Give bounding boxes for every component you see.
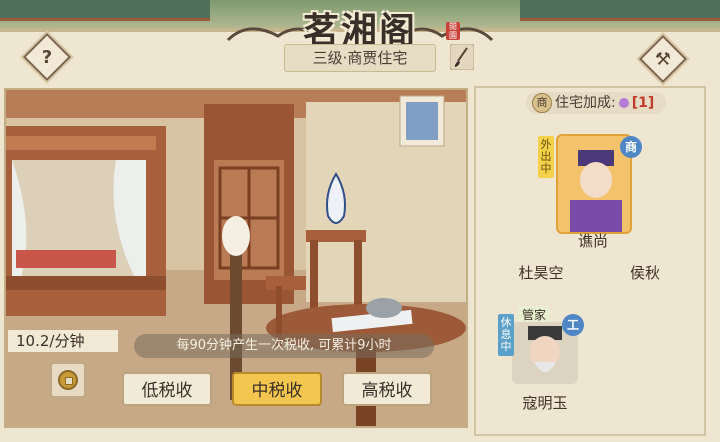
brush-icon[interactable] [450,44,474,70]
bonus-value: [1] [631,95,655,111]
bonus-icon [618,98,629,108]
help-icon: ? [41,46,53,68]
hammer-icon: ⚒ [654,48,672,70]
worker-role-icon: 工 [562,314,584,336]
merchant-role-icon: 商 [620,136,642,158]
low-tax-button[interactable]: 低税收 [122,372,212,406]
status-tag-rest: 休息中 [498,314,514,356]
resident-name: 寇明玉 [522,394,568,412]
steward-title: 管家 [518,306,551,323]
tax-info: 每90分钟产生一次税收, 可累计9小时 [134,334,434,358]
resident-name: 杜昊空 [518,264,564,282]
bonus-label: 住宅加成: [555,95,616,111]
building-level: 三级·商贾住宅 [284,44,436,72]
merchant-badge: 商 [532,93,552,113]
residents-panel: 商住宅加成: [1] 外出中 商 谯尚 杜昊空 侯秋 管家 休息中 工 寇明玉 [474,86,706,436]
residence-bonus: 商住宅加成: [1] [526,92,666,114]
mid-tax-button[interactable]: 中税收 [232,372,322,406]
high-tax-button[interactable]: 高税收 [342,372,432,406]
resident-avatar [570,150,622,232]
title-seal: 閒園 [446,22,460,40]
status-tag-out: 外出中 [538,136,554,178]
resident-name: 侯秋 [629,264,660,282]
resident-name: 谯尚 [577,232,608,250]
collect-coin-button[interactable] [50,362,86,398]
coin-icon [58,370,78,390]
tax-rate: 10.2/分钟 [8,330,118,352]
